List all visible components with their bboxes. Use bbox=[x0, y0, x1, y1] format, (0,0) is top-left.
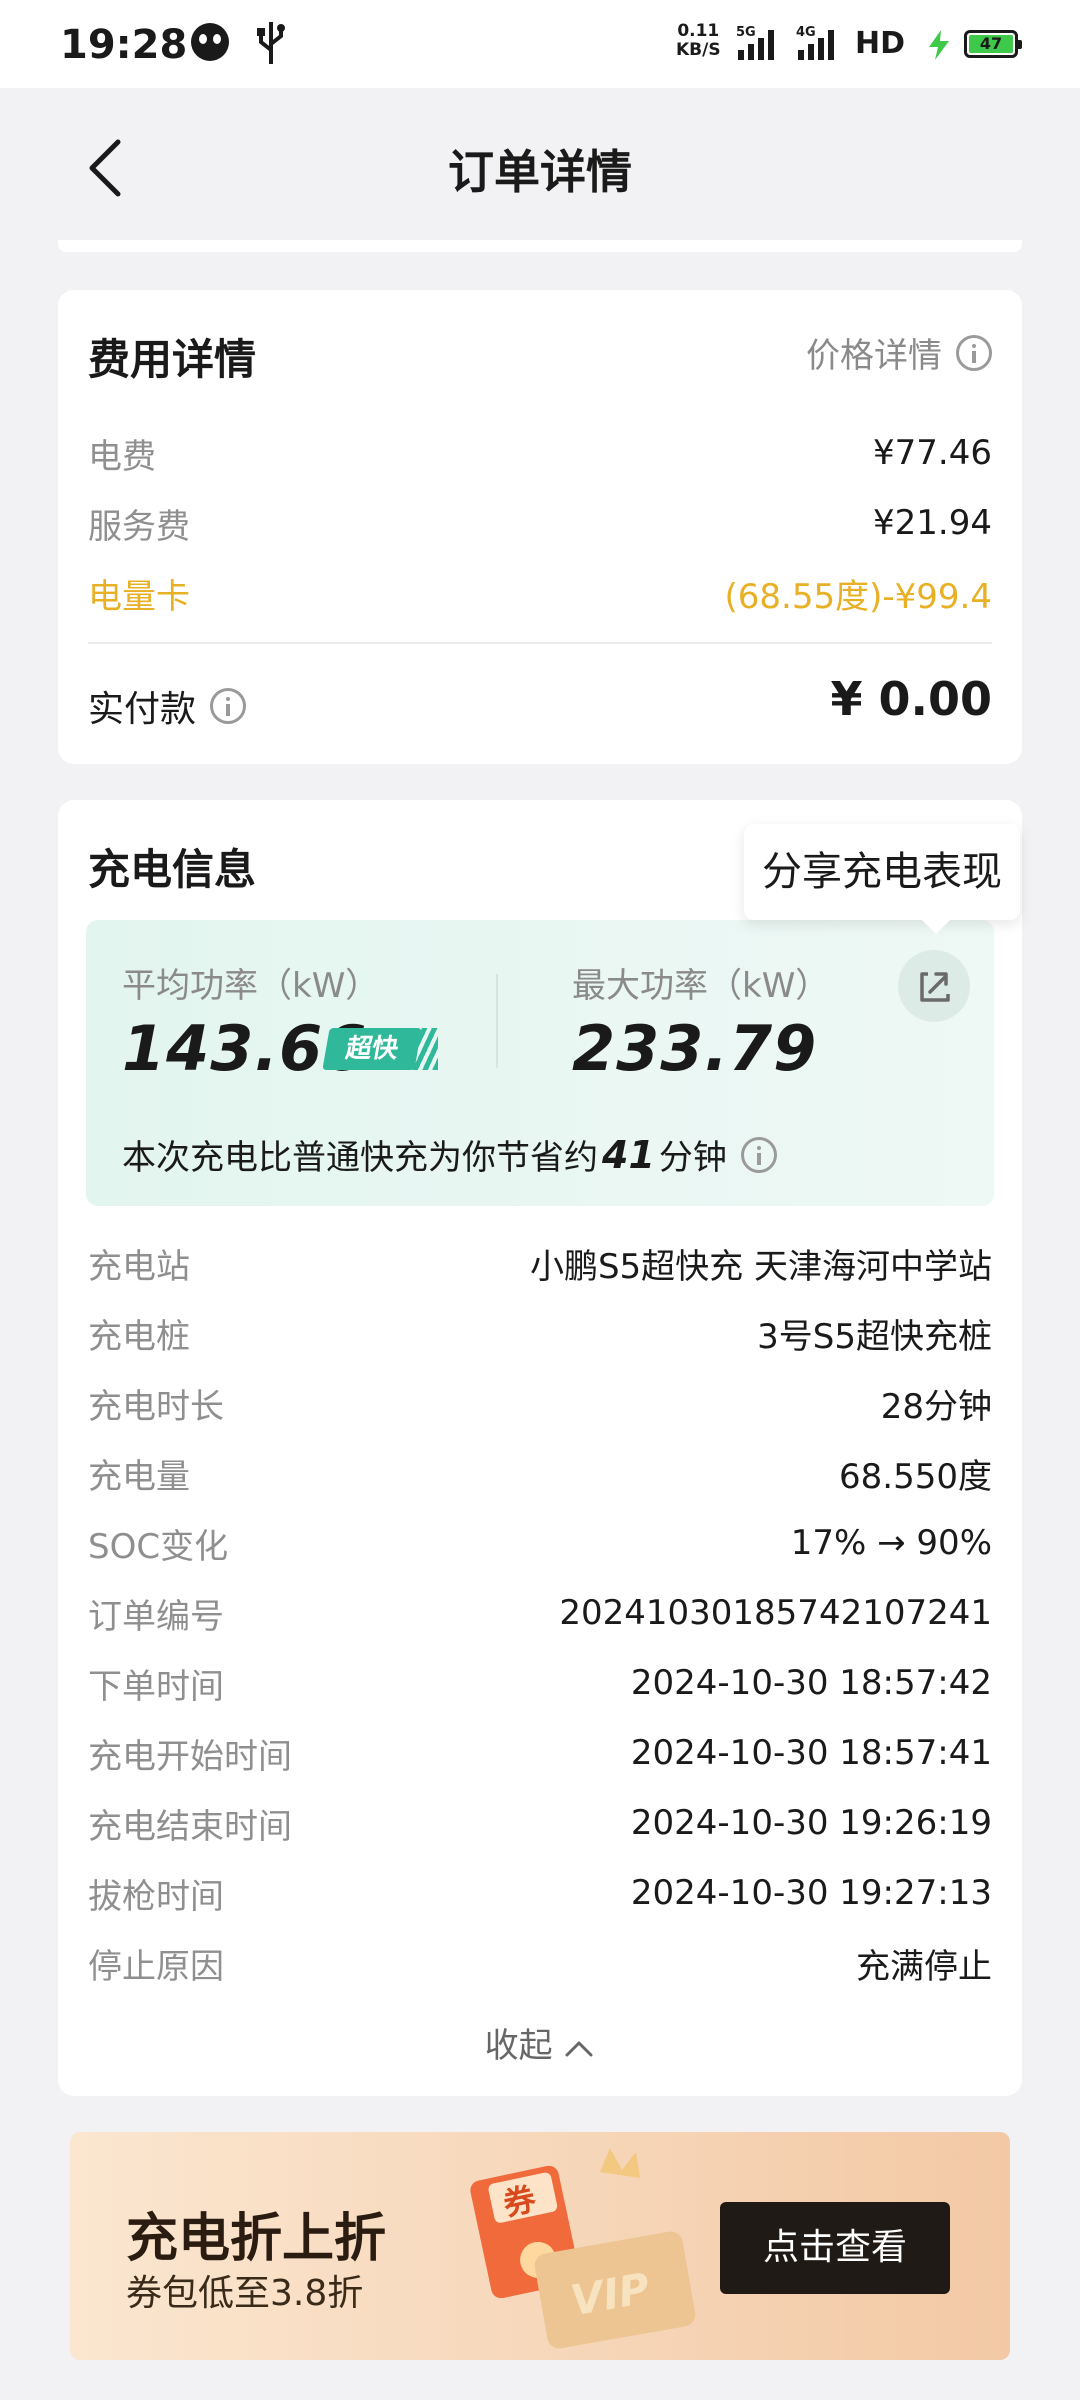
detail-row-end-time: 充电结束时间 2024-10-30 19:26:19 bbox=[88, 1798, 992, 1848]
info-icon bbox=[956, 334, 992, 371]
fee-card-title: 费用详情 bbox=[88, 335, 257, 384]
fee-row-energy-card: 电量卡 (68.55度)-¥99.4 bbox=[88, 568, 992, 618]
detail-row-start-time: 充电开始时间 2024-10-30 18:57:41 bbox=[88, 1728, 992, 1778]
detail-row-order-time: 下单时间 2024-10-30 18:57:42 bbox=[88, 1658, 992, 1708]
detail-value: 2024-10-30 19:27:13 bbox=[630, 1873, 992, 1913]
view-promo-button[interactable]: 点击查看 bbox=[720, 2202, 950, 2294]
page-title: 订单详情 bbox=[448, 145, 632, 199]
fee-value: ¥77.46 bbox=[873, 433, 992, 473]
detail-row-pile: 充电桩 3号S5超快充桩 bbox=[88, 1308, 992, 1358]
signal-5g-icon: 5G bbox=[736, 25, 774, 60]
info-icon[interactable] bbox=[740, 1136, 777, 1173]
time-saved-text: 本次充电比普通快充为你节省约 41 分钟 bbox=[122, 1130, 777, 1179]
status-time: 19:28 bbox=[60, 22, 188, 68]
fee-value: (68.55度)-¥99.4 bbox=[724, 576, 992, 617]
top-card-edge bbox=[58, 240, 1022, 252]
detail-value: 2024-10-30 19:26:19 bbox=[630, 1803, 992, 1843]
paid-amount-label[interactable]: 实付款 bbox=[88, 680, 247, 732]
share-button[interactable] bbox=[898, 950, 970, 1022]
detail-label: 充电桩 bbox=[88, 1316, 190, 1357]
detail-value: 2024-10-30 18:57:42 bbox=[630, 1663, 992, 1703]
speed-unit: KB/S bbox=[676, 40, 721, 60]
fee-label: 服务费 bbox=[88, 506, 190, 547]
avg-power-label: 平均功率（kW） bbox=[122, 966, 380, 1006]
coupon-vip-illustration: 券 VIP bbox=[470, 2148, 696, 2349]
speed-value: 0.11 bbox=[677, 21, 720, 41]
status-bar: 19:28 0.11 KB/S 5G 4G HD 47 bbox=[0, 0, 1080, 88]
detail-label: SOC变化 bbox=[88, 1526, 229, 1567]
app-notification-icon bbox=[191, 23, 229, 61]
detail-value: 17% → 90% bbox=[790, 1523, 992, 1563]
detail-row-duration: 充电时长 28分钟 bbox=[88, 1378, 992, 1428]
ultra-fast-badge: 超快 bbox=[322, 1028, 422, 1070]
detail-value: 68.550度 bbox=[839, 1456, 992, 1497]
detail-label: 充电时长 bbox=[88, 1386, 224, 1427]
detail-row-stop-reason: 停止原因 充满停止 bbox=[88, 1938, 992, 1988]
detail-label: 订单编号 bbox=[88, 1596, 224, 1637]
network-speed: 0.11 KB/S bbox=[676, 22, 721, 60]
charge-card-title: 充电信息 bbox=[88, 845, 257, 894]
paid-amount-value: ¥ 0.00 bbox=[830, 672, 992, 726]
charge-info-card: 充电信息 平均功率（kW） 143.66 超快 最大功率（kW） 233.79 … bbox=[58, 800, 1022, 2096]
fee-row-service: 服务费 ¥21.94 bbox=[88, 498, 992, 548]
fee-detail-card: 费用详情 价格详情 电费 ¥77.46 服务费 ¥21.94 电量卡 (68.5… bbox=[58, 290, 1022, 764]
detail-value: 28分钟 bbox=[880, 1386, 992, 1427]
badge-stripes bbox=[412, 1028, 438, 1070]
detail-label: 充电站 bbox=[88, 1246, 190, 1287]
collapse-button[interactable]: 收起 bbox=[58, 2018, 1022, 2067]
detail-row-energy: 充电量 68.550度 bbox=[88, 1448, 992, 1498]
detail-label: 充电开始时间 bbox=[88, 1736, 292, 1777]
detail-row-station: 充电站 小鹏S5超快充 天津海河中学站 bbox=[88, 1238, 992, 1288]
share-performance-tooltip[interactable]: 分享充电表现 bbox=[744, 824, 1020, 934]
chevron-up-icon bbox=[565, 2041, 593, 2056]
detail-row-unplug-time: 拔枪时间 2024-10-30 19:27:13 bbox=[88, 1868, 992, 1918]
detail-label: 停止原因 bbox=[88, 1946, 224, 1987]
save-minutes: 41 bbox=[602, 1132, 655, 1177]
promo-subtitle: 券包低至3.8折 bbox=[126, 2273, 364, 2314]
share-icon bbox=[920, 972, 950, 1002]
detail-label: 拔枪时间 bbox=[88, 1876, 224, 1917]
detail-value: 2024-10-30 18:57:41 bbox=[630, 1733, 992, 1773]
battery-level: 47 bbox=[969, 35, 1013, 53]
svg-text:4G: 4G bbox=[796, 25, 816, 40]
info-icon bbox=[210, 688, 247, 724]
detail-row-order-number: 订单编号 20241030185742107241 bbox=[88, 1588, 992, 1638]
divider bbox=[88, 642, 992, 644]
detail-value: 小鹏S5超快充 天津海河中学站 bbox=[529, 1246, 992, 1287]
charging-bolt-icon bbox=[929, 30, 949, 60]
battery-cap bbox=[1018, 40, 1022, 49]
detail-row-soc: SOC变化 17% → 90% bbox=[88, 1518, 992, 1568]
power-divider bbox=[496, 974, 498, 1068]
paid-label-text: 实付款 bbox=[88, 689, 197, 730]
detail-label: 充电结束时间 bbox=[88, 1806, 292, 1847]
fee-value: ¥21.94 bbox=[873, 503, 992, 543]
price-detail-link[interactable]: 价格详情 bbox=[806, 328, 992, 377]
fee-label: 电费 bbox=[88, 436, 156, 477]
promo-title: 充电折上折 bbox=[126, 2209, 387, 2269]
detail-label: 充电量 bbox=[88, 1456, 190, 1497]
fee-row-electricity: 电费 ¥77.46 bbox=[88, 428, 992, 478]
power-summary-panel: 平均功率（kW） 143.66 超快 最大功率（kW） 233.79 本次充电比… bbox=[86, 920, 994, 1206]
svg-text:5G: 5G bbox=[736, 25, 756, 40]
fee-label: 电量卡 bbox=[88, 576, 190, 617]
save-prefix: 本次充电比普通快充为你节省约 bbox=[122, 1138, 598, 1178]
price-detail-label: 价格详情 bbox=[806, 336, 942, 376]
detail-value: 3号S5超快充桩 bbox=[757, 1316, 992, 1357]
collapse-label: 收起 bbox=[484, 2026, 553, 2066]
usb-icon bbox=[257, 22, 285, 64]
max-power-value: 233.79 bbox=[572, 1012, 818, 1085]
promo-banner[interactable]: 充电折上折 券包低至3.8折 券 VIP 点击查看 bbox=[70, 2132, 1010, 2360]
hd-indicator: HD bbox=[855, 26, 906, 61]
detail-label: 下单时间 bbox=[88, 1666, 224, 1707]
signal-4g-icon: 4G bbox=[796, 25, 834, 60]
save-suffix: 分钟 bbox=[658, 1138, 727, 1178]
detail-value: 充满停止 bbox=[856, 1946, 992, 1987]
max-power-label: 最大功率（kW） bbox=[572, 966, 830, 1006]
battery-indicator: 47 bbox=[964, 30, 1022, 58]
detail-value: 20241030185742107241 bbox=[559, 1593, 992, 1633]
